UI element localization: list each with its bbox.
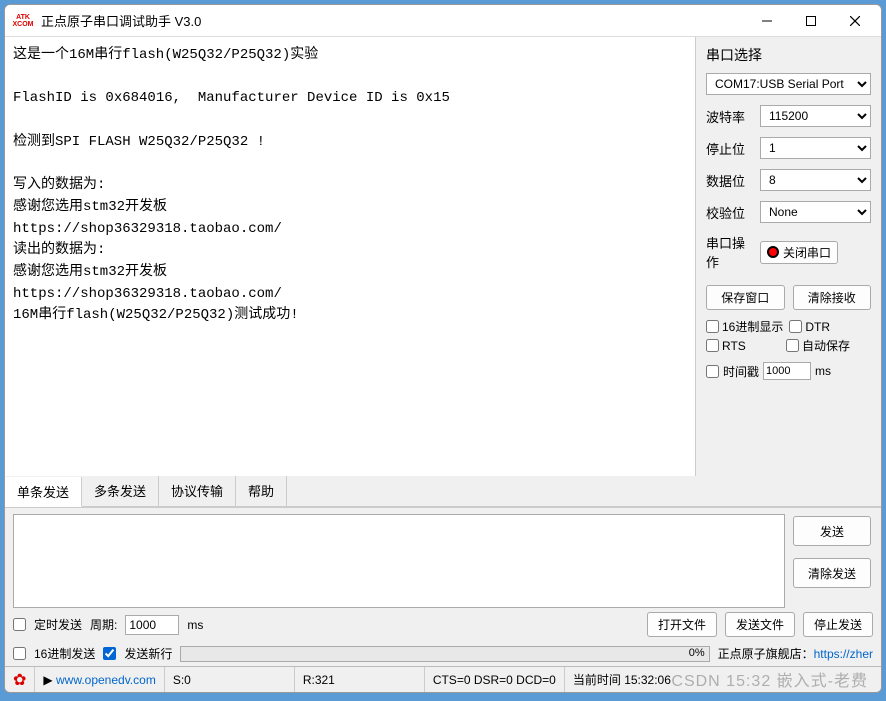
status-time: 当前时间 15:32:06 xyxy=(565,667,881,692)
maximize-button[interactable] xyxy=(789,6,833,36)
receive-console[interactable]: 这是一个16M串行flash(W25Q32/P25Q32)实验 FlashID … xyxy=(5,37,696,476)
save-window-button[interactable]: 保存窗口 xyxy=(706,285,785,310)
send-file-button[interactable]: 发送文件 xyxy=(725,612,795,637)
main-area: 这是一个16M串行flash(W25Q32/P25Q32)实验 FlashID … xyxy=(5,37,881,476)
window-controls xyxy=(745,6,877,36)
baud-select[interactable]: 115200 xyxy=(760,105,871,127)
send-zone: 发送 清除发送 定时发送 周期: ms 打开文件 发送文件 停止发送 16进制发… xyxy=(5,507,881,666)
send-tabs: 单条发送 多条发送 协议传输 帮助 xyxy=(5,476,881,507)
period-input[interactable] xyxy=(125,615,179,635)
store-label: 正点原子旗舰店：https://zher xyxy=(718,645,873,662)
parity-select[interactable]: None xyxy=(760,201,871,223)
tab-protocol[interactable]: 协议传输 xyxy=(159,476,236,506)
hex-display-checkbox[interactable] xyxy=(706,320,719,333)
autosave-checkbox[interactable] xyxy=(786,339,799,352)
databits-select[interactable]: 8 xyxy=(760,169,871,191)
status-sent: S:0 xyxy=(165,667,295,692)
clear-send-button[interactable]: 清除发送 xyxy=(793,558,871,588)
app-window: ATK XCOM 正点原子串口调试助手 V3.0 这是一个16M串行flash(… xyxy=(4,4,882,693)
stop-send-button[interactable]: 停止发送 xyxy=(803,612,873,637)
titlebar: ATK XCOM 正点原子串口调试助手 V3.0 xyxy=(5,5,881,37)
port-select[interactable]: COM17:USB Serial Port xyxy=(706,73,871,95)
rts-checkbox[interactable] xyxy=(706,339,719,352)
tab-single-send[interactable]: 单条发送 xyxy=(5,477,82,507)
stopbits-label: 停止位 xyxy=(706,139,754,158)
triangle-icon: ▶ xyxy=(43,673,52,687)
clear-receive-button[interactable]: 清除接收 xyxy=(793,285,872,310)
tab-help[interactable]: 帮助 xyxy=(236,476,287,506)
send-button[interactable]: 发送 xyxy=(793,516,871,546)
progress-bar: 0% xyxy=(180,646,709,662)
tab-multi-send[interactable]: 多条发送 xyxy=(82,476,159,506)
timestamp-checkbox[interactable] xyxy=(706,365,719,378)
send-newline-checkbox[interactable] xyxy=(103,647,116,660)
port-op-label: 串口操作 xyxy=(706,233,754,271)
app-logo-icon: ATK XCOM xyxy=(11,11,35,31)
serial-settings-panel: 串口选择 COM17:USB Serial Port 波特率 115200 停止… xyxy=(696,37,881,476)
minimize-button[interactable] xyxy=(745,6,789,36)
send-input[interactable] xyxy=(13,514,785,608)
store-link[interactable]: https://zher xyxy=(814,647,873,661)
timed-send-checkbox[interactable] xyxy=(13,618,26,631)
baud-label: 波特率 xyxy=(706,107,754,126)
status-received: R:321 xyxy=(295,667,425,692)
serial-select-title: 串口选择 xyxy=(706,45,871,65)
open-file-button[interactable]: 打开文件 xyxy=(647,612,717,637)
record-icon xyxy=(767,246,779,258)
stopbits-select[interactable]: 1 xyxy=(760,137,871,159)
timestamp-input[interactable] xyxy=(763,362,811,380)
hex-send-checkbox[interactable] xyxy=(13,647,26,660)
close-button[interactable] xyxy=(833,6,877,36)
gear-icon[interactable]: ✿ xyxy=(13,670,26,690)
dtr-checkbox[interactable] xyxy=(789,320,802,333)
status-lines: CTS=0 DSR=0 DCD=0 xyxy=(425,667,565,692)
port-toggle-button[interactable]: 关闭串口 xyxy=(760,241,838,264)
statusbar: ✿ ▶ www.openedv.com S:0 R:321 CTS=0 DSR=… xyxy=(5,666,881,692)
website-link[interactable]: www.openedv.com xyxy=(56,673,156,687)
databits-label: 数据位 xyxy=(706,171,754,190)
parity-label: 校验位 xyxy=(706,203,754,222)
window-title: 正点原子串口调试助手 V3.0 xyxy=(41,11,745,30)
